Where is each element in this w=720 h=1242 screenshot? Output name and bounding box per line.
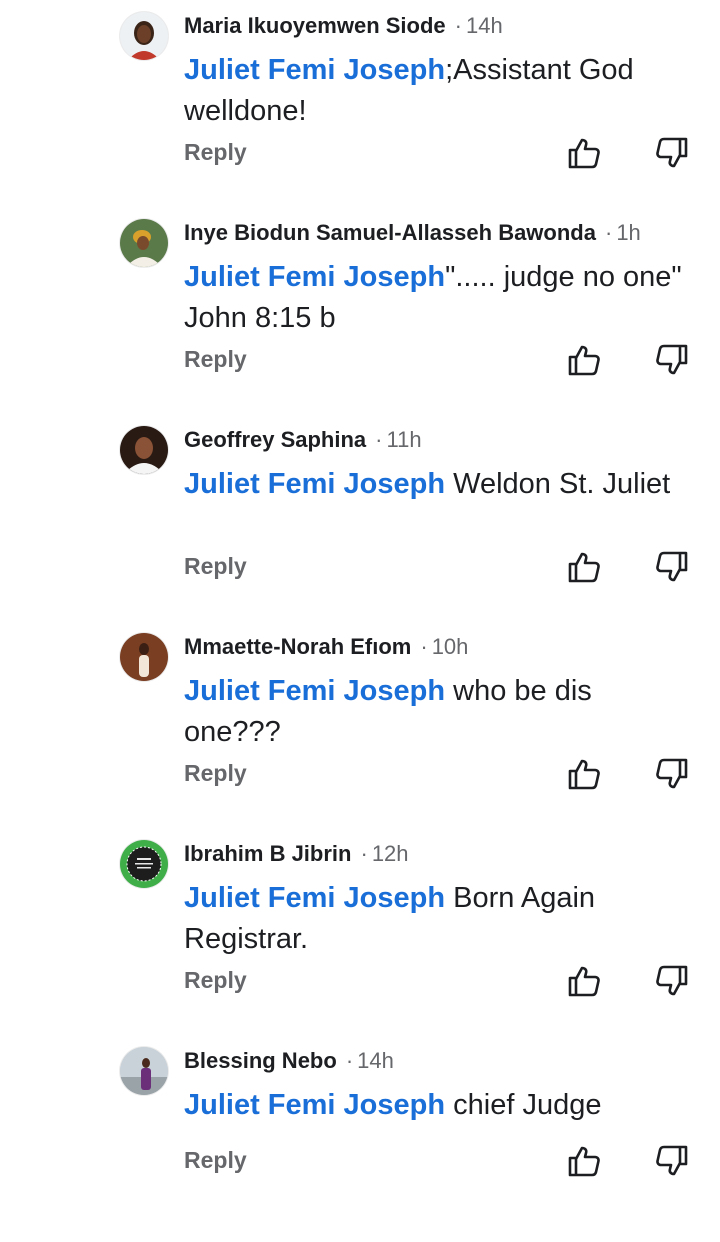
- thumbs-up-icon: [568, 1146, 600, 1177]
- reply-button[interactable]: Reply: [184, 551, 247, 581]
- comment-body: Juliet Femi Joseph;Assistant God welldon…: [184, 50, 684, 132]
- thumbs-down-icon: [656, 1145, 688, 1176]
- mention-link[interactable]: Juliet Femi Joseph: [184, 261, 445, 293]
- comment-body: Juliet Femi Joseph"..... judge no one" J…: [184, 257, 684, 339]
- mention-link[interactable]: Juliet Femi Joseph: [184, 882, 445, 914]
- timestamp[interactable]: 10h: [432, 634, 469, 659]
- thumbs-up-icon: [568, 966, 600, 997]
- separator-dot: ·: [454, 13, 462, 38]
- comment-item: Blessing Nebo · 14h Juliet Femi Joseph chi…: [0, 1035, 720, 1242]
- downvote-button[interactable]: [654, 135, 690, 171]
- downvote-button[interactable]: [654, 342, 690, 378]
- author-name[interactable]: Blessing Nebo: [184, 1048, 337, 1073]
- avatar[interactable]: [120, 12, 168, 60]
- author-name[interactable]: Maria Ikuoyemwen Siode: [184, 13, 446, 38]
- timestamp[interactable]: 14h: [466, 13, 503, 38]
- separator-dot: ·: [604, 220, 613, 245]
- thumbs-down-icon: [656, 965, 688, 996]
- mention-link[interactable]: Juliet Femi Joseph: [184, 54, 445, 86]
- timestamp[interactable]: 12h: [372, 841, 409, 866]
- mention-link[interactable]: Juliet Femi Joseph: [184, 468, 445, 500]
- author-name[interactable]: Geoffrey Saphina: [184, 427, 366, 452]
- separator-dot: ·: [360, 841, 368, 866]
- downvote-button[interactable]: [654, 756, 690, 792]
- avatar-woman-icon: [120, 1047, 168, 1095]
- comment-meta: Mmaette-Norah Efıom · 10h: [184, 631, 468, 663]
- comment-meta: Maria Ikuoyemwen Siode · 14h: [184, 10, 503, 42]
- avatar-woman-icon: [120, 633, 168, 681]
- thumbs-up-icon: [568, 138, 600, 169]
- avatar-woman-icon: [120, 12, 168, 60]
- avatar[interactable]: [120, 426, 168, 474]
- avatar[interactable]: [120, 1047, 168, 1095]
- comment-text: chief Judge: [445, 1089, 602, 1121]
- author-name[interactable]: Mmaette-Norah Efıom: [184, 634, 411, 659]
- author-name[interactable]: Ibrahim B Jibrin: [184, 841, 351, 866]
- upvote-button[interactable]: [566, 963, 602, 999]
- separator-dot: ·: [420, 634, 428, 659]
- avatar[interactable]: [120, 840, 168, 888]
- comment-body: Juliet Femi Joseph who be dis one???: [184, 671, 684, 753]
- avatar-woman-icon: [120, 219, 168, 267]
- thumbs-down-icon: [656, 344, 688, 375]
- reply-button[interactable]: Reply: [184, 344, 247, 374]
- comment-meta: Geoffrey Saphina · 11h: [184, 424, 422, 456]
- thumbs-down-icon: [656, 551, 688, 582]
- author-name[interactable]: Inye Biodun Samuel-Allasseh Bawonda: [184, 220, 596, 245]
- comment-body: Juliet Femi Joseph chief Judge: [184, 1085, 684, 1126]
- upvote-button[interactable]: [566, 1143, 602, 1179]
- avatar-man-icon: [120, 426, 168, 474]
- comment-meta: Blessing Nebo · 14h: [184, 1045, 394, 1077]
- comment-item: Ibrahim B Jibrin · 12h Juliet Femi Joseph …: [0, 828, 720, 1035]
- separator-dot: ·: [345, 1048, 354, 1073]
- comment-meta: Inye Biodun Samuel-Allasseh Bawonda · 1h: [184, 217, 641, 249]
- thumbs-up-icon: [568, 759, 600, 790]
- timestamp[interactable]: 14h: [357, 1048, 394, 1073]
- upvote-button[interactable]: [566, 342, 602, 378]
- comment-item: Maria Ikuoyemwen Siode · 14h Juliet Femi J…: [0, 0, 720, 207]
- thumbs-down-icon: [656, 137, 688, 168]
- upvote-button[interactable]: [566, 756, 602, 792]
- comment-item: Mmaette-Norah Efıom · 10h Juliet Femi Jose…: [0, 621, 720, 828]
- reply-button[interactable]: Reply: [184, 758, 247, 788]
- separator-dot: ·: [375, 427, 383, 452]
- mention-link[interactable]: Juliet Femi Joseph: [184, 675, 445, 707]
- reply-button[interactable]: Reply: [184, 965, 247, 995]
- reply-button[interactable]: Reply: [184, 1145, 247, 1175]
- comment-body: Juliet Femi Joseph Born Again Registrar.: [184, 878, 684, 960]
- timestamp[interactable]: 1h: [616, 220, 640, 245]
- comment-item: Geoffrey Saphina · 11h Juliet Femi Joseph …: [0, 414, 720, 621]
- comment-item: Inye Biodun Samuel-Allasseh Bawonda · 1h J…: [0, 207, 720, 414]
- upvote-button[interactable]: [566, 135, 602, 171]
- downvote-button[interactable]: [654, 963, 690, 999]
- timestamp[interactable]: 11h: [386, 427, 421, 452]
- reply-button[interactable]: Reply: [184, 137, 247, 167]
- downvote-button[interactable]: [654, 1143, 690, 1179]
- comment-meta: Ibrahim B Jibrin · 12h: [184, 838, 409, 870]
- upvote-button[interactable]: [566, 549, 602, 585]
- mention-link[interactable]: Juliet Femi Joseph: [184, 1089, 445, 1121]
- thumbs-up-icon: [568, 345, 600, 376]
- avatar[interactable]: [120, 219, 168, 267]
- avatar[interactable]: [120, 633, 168, 681]
- comment-body: Juliet Femi Joseph Weldon St. Juliet: [184, 464, 684, 505]
- comment-text: Weldon St. Juliet: [445, 468, 671, 500]
- thumbs-up-icon: [568, 552, 600, 583]
- avatar-logo-icon: [120, 840, 168, 888]
- downvote-button[interactable]: [654, 549, 690, 585]
- thumbs-down-icon: [656, 758, 688, 789]
